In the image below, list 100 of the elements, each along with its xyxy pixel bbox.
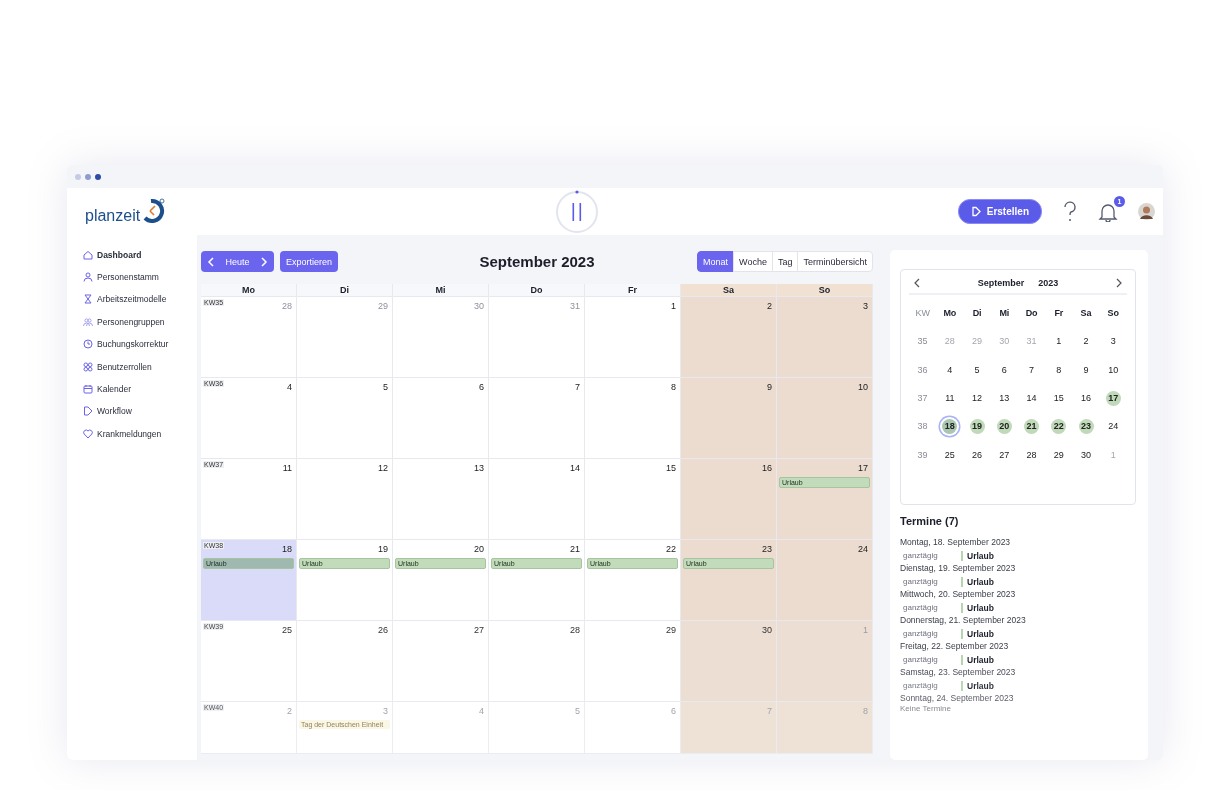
date-button[interactable]: 21: [1024, 418, 1040, 434]
date-button[interactable]: 16: [1078, 390, 1094, 406]
date-button[interactable]: 7: [1024, 362, 1040, 378]
day-cell[interactable]: 2: [681, 297, 777, 378]
year-label[interactable]: 2023: [1038, 278, 1059, 288]
day-cell[interactable]: 9: [681, 378, 777, 459]
date-button[interactable]: 22: [1051, 418, 1067, 434]
empty-note: Keine Termine: [900, 704, 952, 713]
view-tab[interactable]: Woche: [733, 251, 773, 272]
create-button[interactable]: Erstellen: [957, 199, 1042, 224]
date-button[interactable]: 30: [1078, 447, 1094, 463]
date-button[interactable]: 1: [1051, 333, 1067, 349]
day-cell[interactable]: 12: [297, 459, 393, 540]
sidebar-item[interactable]: Personengruppen: [83, 315, 197, 329]
export-button[interactable]: Exportieren: [280, 251, 339, 272]
bell-icon[interactable]: [1098, 201, 1118, 222]
view-tab[interactable]: Monat: [697, 251, 735, 272]
weekday-label: Di: [971, 307, 983, 321]
date-button[interactable]: 8: [1051, 362, 1067, 378]
event-time: ganztägig: [903, 550, 939, 562]
agenda-event[interactable]: Urlaub: [961, 628, 994, 639]
day-cell[interactable]: 28: [489, 621, 585, 702]
agenda-date: Montag, 18. September 2023: [900, 537, 1012, 548]
day-cell[interactable]: 29: [585, 621, 681, 702]
avatar[interactable]: [1138, 203, 1155, 220]
view-tab[interactable]: Terminübersicht: [797, 251, 873, 272]
day-cell[interactable]: 6: [393, 378, 489, 459]
sidebar-item[interactable]: Buchungskorrektur: [83, 337, 197, 351]
day-cell[interactable]: 26: [297, 621, 393, 702]
weekday-header: Mo: [201, 284, 297, 297]
agenda-event[interactable]: Urlaub: [961, 602, 994, 613]
date-button[interactable]: 25: [942, 447, 958, 463]
day-number: 29: [378, 300, 389, 311]
date-button[interactable]: 28: [1024, 447, 1040, 463]
agenda-date: Freitag, 22. September 2023: [900, 641, 1010, 652]
day-cell[interactable]: 8: [585, 378, 681, 459]
agenda-event[interactable]: Urlaub: [961, 550, 994, 561]
agenda-event[interactable]: Urlaub: [961, 576, 994, 587]
event-time: ganztägig: [903, 576, 939, 588]
day-number: 5: [575, 705, 581, 716]
day-number: 4: [287, 381, 293, 392]
date-button[interactable]: 29: [1051, 447, 1067, 463]
date-button[interactable]: 4: [942, 362, 958, 378]
day-cell[interactable]: 1: [585, 297, 681, 378]
date-button[interactable]: 23: [1078, 418, 1094, 434]
date-button[interactable]: 11: [942, 390, 958, 406]
date-button[interactable]: 20: [996, 418, 1012, 434]
sidebar-item[interactable]: Dashboard: [83, 248, 197, 262]
sidebar-item[interactable]: Kalender: [83, 382, 197, 396]
day-cell[interactable]: 16: [681, 459, 777, 540]
date-button[interactable]: 2: [1078, 333, 1094, 349]
date-button[interactable]: 12: [969, 390, 985, 406]
date-button[interactable]: 17: [1105, 390, 1121, 406]
day-number: 19: [378, 543, 389, 554]
day-cell[interactable]: 27: [393, 621, 489, 702]
day-cell[interactable]: 5: [297, 378, 393, 459]
weekday-label: Mo: [942, 307, 958, 321]
date-button[interactable]: 18: [942, 418, 958, 434]
date-button[interactable]: 10: [1105, 362, 1121, 378]
weekday-label: KW: [914, 307, 931, 321]
date-button[interactable]: 14: [1024, 390, 1040, 406]
agenda-event[interactable]: Urlaub: [961, 680, 994, 691]
agenda-event[interactable]: Urlaub: [961, 654, 994, 665]
day-cell[interactable]: 13: [393, 459, 489, 540]
today-button[interactable]: Heute: [225, 256, 250, 267]
weekday-label: Mi: [998, 307, 1011, 321]
sidebar-item[interactable]: Personenstamm: [83, 270, 197, 284]
day-number: 26: [378, 624, 389, 635]
pause-icon[interactable]: [555, 189, 599, 234]
agenda-date: Donnerstag, 21. September 2023: [900, 615, 1027, 626]
sidebar-item[interactable]: Krankmeldungen: [83, 427, 197, 441]
person-icon: [83, 272, 93, 283]
day-cell[interactable]: 10: [777, 378, 873, 459]
day-number: 24: [858, 543, 869, 554]
date-button[interactable]: 19: [969, 418, 985, 434]
weekday-header: Di: [297, 284, 393, 297]
date-button[interactable]: 24: [1105, 418, 1121, 434]
date-button[interactable]: 5: [969, 362, 985, 378]
sidebar-item[interactable]: Arbeitszeitmodelle: [83, 292, 197, 307]
day-cell[interactable]: 3: [777, 297, 873, 378]
day-number: 12: [378, 462, 389, 473]
day-number: 17: [858, 462, 869, 473]
date-button[interactable]: 6: [996, 362, 1012, 378]
day-cell[interactable]: 24: [777, 540, 873, 621]
date-button[interactable]: 13: [996, 390, 1012, 406]
help-icon[interactable]: [1062, 200, 1078, 223]
date-button[interactable]: 26: [969, 447, 985, 463]
month-label[interactable]: September: [977, 278, 1025, 288]
day-cell[interactable]: 7: [489, 378, 585, 459]
date-button[interactable]: 3: [1105, 333, 1121, 349]
sidebar-item[interactable]: Benutzerrollen: [83, 359, 197, 374]
chevron-left-icon[interactable]: [913, 278, 921, 288]
sidebar-item[interactable]: Workflow: [83, 404, 197, 419]
date-button[interactable]: 9: [1078, 362, 1094, 378]
date-button[interactable]: 15: [1051, 390, 1067, 406]
day-cell[interactable]: 14: [489, 459, 585, 540]
day-cell[interactable]: 30: [681, 621, 777, 702]
chevron-right-icon[interactable]: [1115, 278, 1123, 288]
date-button[interactable]: 27: [996, 447, 1012, 463]
day-cell[interactable]: 15: [585, 459, 681, 540]
